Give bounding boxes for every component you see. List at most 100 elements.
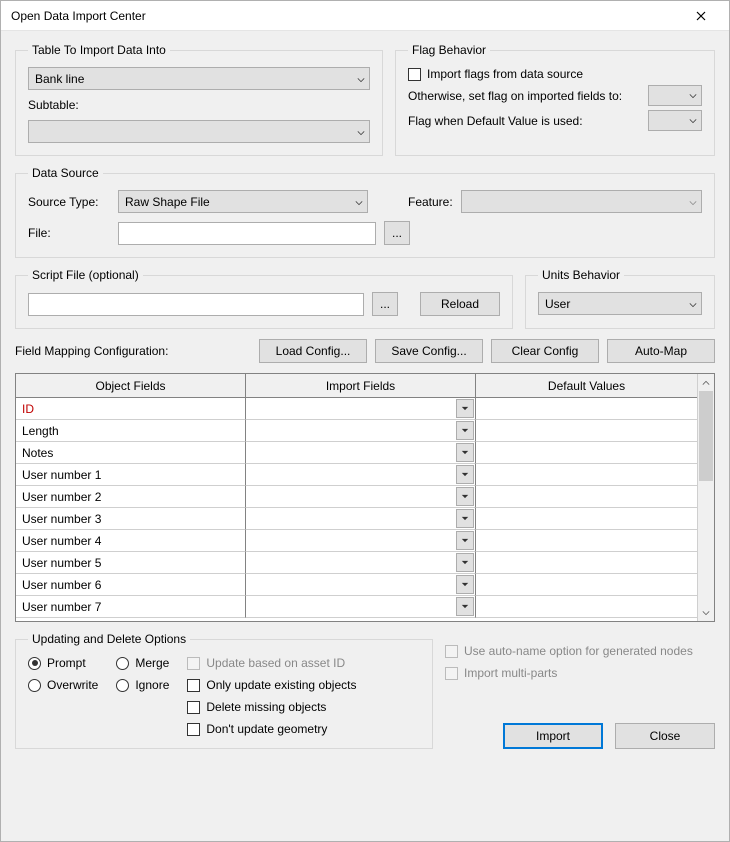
col-import-fields[interactable]: Import Fields (246, 374, 476, 398)
table-select[interactable]: Bank line (28, 67, 370, 90)
feature-select[interactable] (461, 190, 702, 213)
dropdown-icon[interactable] (456, 443, 474, 462)
mapping-toolbar: Field Mapping Configuration: Load Config… (15, 339, 715, 363)
checkbox-icon (445, 667, 458, 680)
default-value-cell[interactable] (476, 420, 697, 442)
import-button[interactable]: Import (503, 723, 603, 749)
chevron-down-icon (357, 125, 365, 139)
update-mode-ignore[interactable]: Ignore (116, 678, 169, 692)
dropdown-icon[interactable] (456, 553, 474, 572)
file-browse-button[interactable]: ... (384, 221, 410, 245)
import-field-cell[interactable] (246, 552, 476, 574)
object-field-cell[interactable]: User number 6 (16, 574, 246, 596)
clear-config-button[interactable]: Clear Config (491, 339, 599, 363)
dropdown-icon[interactable] (456, 465, 474, 484)
object-field-cell[interactable]: ID (16, 398, 246, 420)
auto-name-checkbox: Use auto-name option for generated nodes (445, 644, 715, 658)
subtable-select[interactable] (28, 120, 370, 143)
delete-missing-checkbox[interactable]: Delete missing objects (187, 700, 356, 714)
otherwise-flag-select[interactable] (648, 85, 702, 106)
import-field-cell[interactable] (246, 464, 476, 486)
no-geometry-checkbox[interactable]: Don't update geometry (187, 722, 356, 736)
reload-button[interactable]: Reload (420, 292, 500, 316)
import-flags-checkbox[interactable]: Import flags from data source (408, 67, 702, 81)
window-title: Open Data Import Center (11, 9, 681, 23)
default-flag-label: Flag when Default Value is used: (408, 114, 642, 128)
scroll-thumb[interactable] (699, 391, 713, 481)
default-value-cell[interactable] (476, 486, 697, 508)
grid-scrollbar[interactable] (697, 374, 714, 621)
dropdown-icon[interactable] (456, 421, 474, 440)
dialog-window: Open Data Import Center Table To Import … (0, 0, 730, 842)
update-asset-id-checkbox: Update based on asset ID (187, 656, 356, 670)
object-field-cell[interactable]: User number 1 (16, 464, 246, 486)
units-select[interactable]: User (538, 292, 702, 315)
flag-behavior-legend: Flag Behavior (408, 43, 490, 57)
script-browse-button[interactable]: ... (372, 292, 398, 316)
import-field-cell[interactable] (246, 574, 476, 596)
chevron-down-icon (689, 195, 697, 209)
dropdown-icon[interactable] (456, 597, 474, 616)
object-field-cell[interactable]: User number 5 (16, 552, 246, 574)
col-default-values[interactable]: Default Values (476, 374, 697, 398)
table-row: Length (16, 420, 697, 442)
subtable-label: Subtable: (28, 98, 370, 112)
object-field-cell[interactable]: User number 4 (16, 530, 246, 552)
default-value-cell[interactable] (476, 442, 697, 464)
import-field-cell[interactable] (246, 442, 476, 464)
default-value-cell[interactable] (476, 530, 697, 552)
update-mode-overwrite[interactable]: Overwrite (28, 678, 98, 692)
update-mode-prompt[interactable]: Prompt (28, 656, 98, 670)
object-field-cell[interactable]: User number 7 (16, 596, 246, 618)
table-row: User number 2 (16, 486, 697, 508)
data-source-group: Data Source Source Type: Raw Shape File … (15, 166, 715, 258)
default-value-cell[interactable] (476, 398, 697, 420)
default-value-cell[interactable] (476, 464, 697, 486)
dropdown-icon[interactable] (456, 531, 474, 550)
checkbox-icon (187, 657, 200, 670)
script-file-input[interactable] (28, 293, 364, 316)
only-existing-checkbox[interactable]: Only update existing objects (187, 678, 356, 692)
import-field-cell[interactable] (246, 596, 476, 618)
default-value-cell[interactable] (476, 508, 697, 530)
radio-icon (116, 679, 129, 692)
dropdown-icon[interactable] (456, 487, 474, 506)
table-row: User number 5 (16, 552, 697, 574)
units-value: User (545, 297, 570, 311)
auto-map-button[interactable]: Auto-Map (607, 339, 715, 363)
default-value-cell[interactable] (476, 574, 697, 596)
source-type-select[interactable]: Raw Shape File (118, 190, 368, 213)
checkbox-icon (187, 701, 200, 714)
object-field-cell[interactable]: Notes (16, 442, 246, 464)
default-value-cell[interactable] (476, 596, 697, 618)
import-field-cell[interactable] (246, 508, 476, 530)
default-value-cell[interactable] (476, 552, 697, 574)
dropdown-icon[interactable] (456, 399, 474, 418)
col-object-fields[interactable]: Object Fields (16, 374, 246, 398)
save-config-button[interactable]: Save Config... (375, 339, 483, 363)
import-field-cell[interactable] (246, 530, 476, 552)
chevron-down-icon (689, 297, 697, 311)
table-import-legend: Table To Import Data Into (28, 43, 170, 57)
object-field-cell[interactable]: User number 2 (16, 486, 246, 508)
table-row: User number 7 (16, 596, 697, 618)
file-input[interactable] (118, 222, 376, 245)
update-mode-merge[interactable]: Merge (116, 656, 169, 670)
scroll-down-icon[interactable] (698, 604, 714, 621)
table-row: User number 6 (16, 574, 697, 596)
script-file-group: Script File (optional) ... Reload (15, 268, 513, 329)
object-field-cell[interactable]: User number 3 (16, 508, 246, 530)
dropdown-icon[interactable] (456, 575, 474, 594)
close-button[interactable]: Close (615, 723, 715, 749)
table-row: Notes (16, 442, 697, 464)
close-icon[interactable] (681, 2, 721, 30)
import-field-cell[interactable] (246, 420, 476, 442)
scroll-up-icon[interactable] (698, 374, 714, 391)
object-field-cell[interactable]: Length (16, 420, 246, 442)
import-field-cell[interactable] (246, 486, 476, 508)
default-flag-select[interactable] (648, 110, 702, 131)
load-config-button[interactable]: Load Config... (259, 339, 367, 363)
import-field-cell[interactable] (246, 398, 476, 420)
dropdown-icon[interactable] (456, 509, 474, 528)
scroll-track[interactable] (698, 391, 714, 604)
